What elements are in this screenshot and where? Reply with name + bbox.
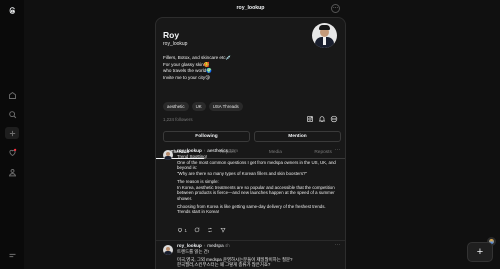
post-header: roy_lookup › aesthetics32m bbox=[177, 148, 238, 153]
post-actions: 1 bbox=[177, 227, 226, 233]
profile-panel: Roy roy_lookup Fillers, Botox, and skinc… bbox=[155, 17, 346, 269]
repost-icon[interactable] bbox=[207, 227, 213, 233]
profile-avatar[interactable] bbox=[312, 23, 337, 48]
post-divider bbox=[156, 240, 345, 241]
post-username[interactable]: roy_lookup bbox=[177, 243, 202, 248]
profile-name: Roy bbox=[163, 30, 180, 40]
reply-icon[interactable] bbox=[194, 227, 200, 233]
post-time: 4h bbox=[224, 243, 230, 248]
followers-count[interactable]: 1,224 followers bbox=[163, 117, 193, 122]
mention-button[interactable]: Mention bbox=[254, 131, 341, 142]
post-more-icon[interactable]: ··· bbox=[335, 242, 341, 248]
post-time: 32m bbox=[228, 148, 238, 153]
post-avatar[interactable] bbox=[163, 245, 173, 255]
menu-icon[interactable] bbox=[6, 249, 18, 261]
profile-icon[interactable] bbox=[6, 166, 18, 178]
post-avatar[interactable] bbox=[163, 150, 173, 160]
tag-chip[interactable]: aesthetic bbox=[163, 102, 189, 111]
post-topic[interactable]: aesthetics bbox=[207, 148, 228, 153]
post-paragraph: 트렌드를 읽는 건! bbox=[177, 249, 209, 254]
post-paragraph: Trend Spotting! One of the most common q… bbox=[177, 154, 336, 177]
post-paragraph: 미국,영국, 그외 medspa 운영하시는분들이 제일많이하는 질문? 한국필… bbox=[177, 256, 293, 268]
threads-logo-icon[interactable] bbox=[6, 4, 18, 16]
sidebar bbox=[0, 0, 24, 269]
page-title: roy_lookup bbox=[236, 5, 265, 11]
bio-line: Invite me to your city😘 bbox=[163, 74, 210, 80]
search-icon[interactable] bbox=[6, 108, 18, 120]
new-thread-button[interactable]: + bbox=[467, 242, 493, 262]
post-topic[interactable]: medspa bbox=[207, 243, 223, 248]
post-header: roy_lookup › medspa4h bbox=[177, 243, 230, 248]
post-username[interactable]: roy_lookup bbox=[177, 148, 202, 153]
heart-icon bbox=[177, 228, 183, 233]
profile-bio: Fillers, Botox, and skincare etc💉 For yo… bbox=[163, 55, 231, 81]
home-icon[interactable] bbox=[6, 89, 18, 101]
following-button[interactable]: Following bbox=[163, 131, 250, 142]
tag-chip[interactable]: USA Threads bbox=[208, 102, 243, 111]
tag-chip[interactable]: UK bbox=[191, 102, 206, 111]
profile-handle: roy_lookup bbox=[163, 41, 188, 47]
profile-buttons: Following Mention bbox=[163, 131, 341, 142]
activity-heart-icon[interactable] bbox=[6, 146, 18, 158]
create-icon[interactable] bbox=[5, 127, 19, 139]
share-icon[interactable] bbox=[220, 227, 226, 233]
more-circle-icon[interactable] bbox=[330, 115, 338, 123]
profile-actions bbox=[306, 115, 338, 123]
more-options-button[interactable]: ··· bbox=[331, 4, 340, 13]
top-bar: roy_lookup ··· bbox=[155, 3, 346, 15]
like-count: 1 bbox=[184, 227, 187, 233]
profile-tags: aesthetic UK USA Threads bbox=[163, 102, 243, 111]
post-paragraph: Choosing from Korea is like getting same… bbox=[177, 203, 326, 215]
instagram-icon[interactable] bbox=[306, 115, 314, 123]
notification-bell-icon[interactable] bbox=[318, 115, 326, 123]
post-body: 트렌드를 읽는 건! 미국,영국, 그외 medspa 운영하시는분들이 제일많… bbox=[177, 249, 342, 269]
like-action[interactable]: 1 bbox=[177, 227, 187, 233]
bio-line: Fillers, Botox, and skincare etc💉 bbox=[163, 55, 232, 60]
post-body: Trend Spotting! One of the most common q… bbox=[177, 154, 342, 217]
bio-line: who travels the world🌍 bbox=[163, 68, 212, 74]
post-paragraph: The reason is simple: In Korea, aestheti… bbox=[177, 178, 335, 201]
post-more-icon[interactable]: ··· bbox=[335, 147, 341, 153]
